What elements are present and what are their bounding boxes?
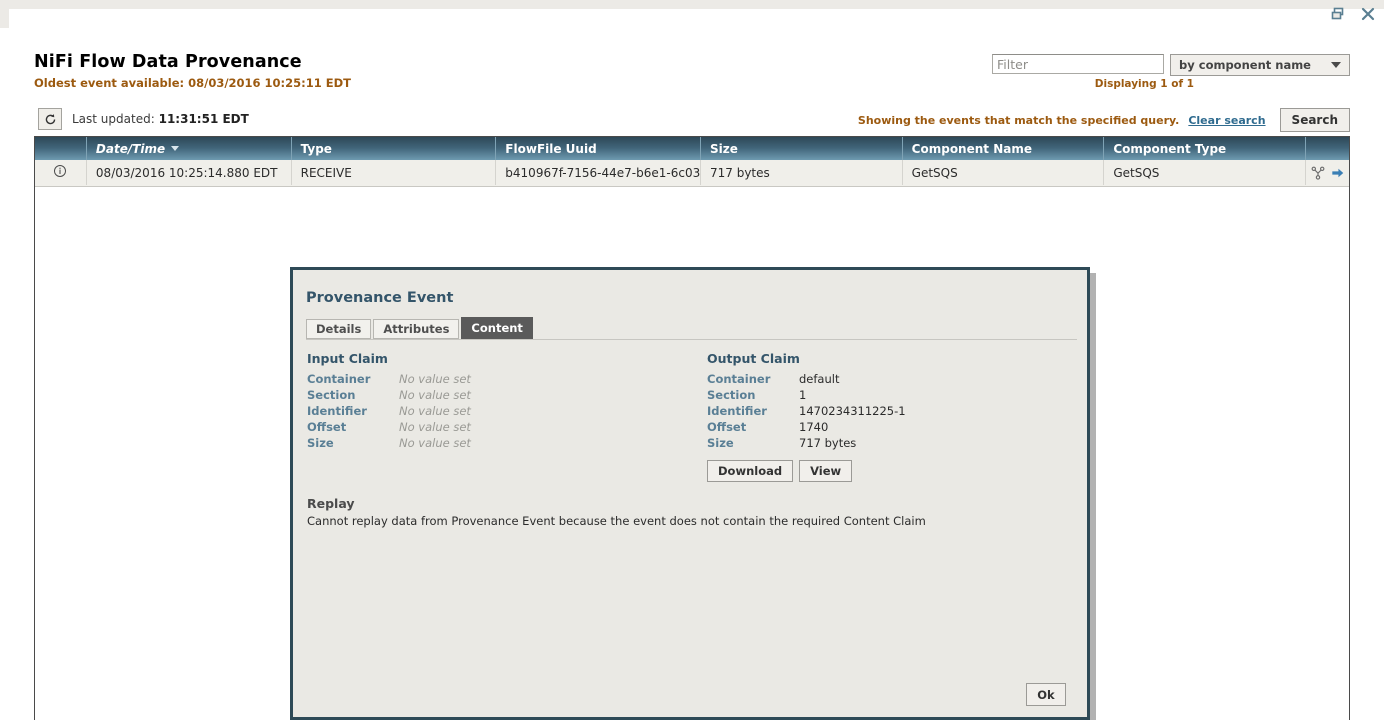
- tab-content[interactable]: Content: [461, 317, 533, 339]
- filter-input[interactable]: [992, 54, 1164, 74]
- last-updated: Last updated: 11:31:51 EDT: [72, 112, 249, 126]
- table-row[interactable]: 08/03/2016 10:25:14.880 EDT RECEIVE b410…: [35, 160, 1349, 187]
- close-icon[interactable]: [1360, 6, 1376, 22]
- search-button[interactable]: Search: [1280, 108, 1350, 132]
- output-claim-container-value: default: [799, 372, 839, 386]
- output-claim-buttons: Download View: [707, 460, 1077, 482]
- last-updated-label: Last updated:: [72, 112, 155, 126]
- column-header-type[interactable]: Type: [292, 137, 497, 160]
- cell-datetime: 08/03/2016 10:25:14.880 EDT: [87, 160, 292, 185]
- cell-size: 717 bytes: [701, 160, 903, 185]
- column-header-icon: [35, 137, 87, 160]
- input-claim-identifier-value: No value set: [399, 404, 471, 418]
- output-claim-section-value: 1: [799, 388, 806, 402]
- column-header-component-type[interactable]: Component Type: [1104, 137, 1306, 160]
- sort-descending-icon: [171, 146, 179, 151]
- tab-attributes[interactable]: Attributes: [373, 319, 459, 339]
- input-claim-heading: Input Claim: [307, 351, 707, 366]
- column-header-size[interactable]: Size: [701, 137, 903, 160]
- column-header-flowfile-uuid[interactable]: FlowFile Uuid: [496, 137, 701, 160]
- view-button[interactable]: View: [799, 460, 852, 482]
- input-claim-section-value: No value set: [399, 388, 471, 402]
- chevron-down-icon: [1331, 62, 1341, 68]
- last-updated-value: 11:31:51 EDT: [159, 112, 249, 126]
- oldest-event-label: Oldest event available: 08/03/2016 10:25…: [34, 76, 351, 90]
- input-claim-size-row: Size No value set: [307, 435, 707, 451]
- ok-button[interactable]: Ok: [1026, 683, 1066, 706]
- output-claim-panel: Output Claim Container default Section 1…: [707, 351, 1077, 482]
- claims-section: Input Claim Container No value set Secti…: [307, 351, 1077, 482]
- column-header-datetime[interactable]: Date/Time: [87, 137, 292, 160]
- cell-actions: [1306, 160, 1349, 185]
- filter-mode-label: by component name: [1179, 58, 1311, 72]
- output-claim-identifier-value: 1470234311225-1: [799, 404, 906, 418]
- output-claim-section-row: Section 1: [707, 387, 1077, 403]
- output-claim-offset-row: Offset 1740: [707, 419, 1077, 435]
- replay-message: Cannot replay data from Provenance Event…: [307, 514, 1067, 528]
- output-claim-size-value: 717 bytes: [799, 436, 856, 450]
- column-header-datetime-label: Date/Time: [96, 142, 165, 156]
- page-title: NiFi Flow Data Provenance: [34, 52, 302, 72]
- output-claim-size-label: Size: [707, 436, 799, 450]
- output-claim-container-label: Container: [707, 372, 799, 386]
- download-button[interactable]: Download: [707, 460, 793, 482]
- cell-component-type: GetSQS: [1104, 160, 1306, 185]
- output-claim-identifier-row: Identifier 1470234311225-1: [707, 403, 1077, 419]
- cell-component-name: GetSQS: [903, 160, 1105, 185]
- info-icon[interactable]: [53, 164, 67, 181]
- cell-flowfile-uuid: b410967f-7156-44e7-b6e1-6c03...: [496, 160, 701, 185]
- output-claim-section-label: Section: [707, 388, 799, 402]
- tab-divider: [306, 339, 1077, 340]
- replay-heading: Replay: [307, 496, 1067, 511]
- input-claim-container-label: Container: [307, 372, 399, 386]
- dialog-title: Provenance Event: [306, 290, 453, 306]
- refresh-button[interactable]: [38, 108, 62, 130]
- output-claim-container-row: Container default: [707, 371, 1077, 387]
- input-claim-identifier-label: Identifier: [307, 404, 399, 418]
- cell-type: RECEIVE: [292, 160, 497, 185]
- refresh-icon: [44, 113, 57, 126]
- input-claim-panel: Input Claim Container No value set Secti…: [307, 351, 707, 482]
- input-claim-container-row: Container No value set: [307, 371, 707, 387]
- lineage-graph-icon[interactable]: [1311, 166, 1325, 180]
- column-header-actions: [1306, 137, 1349, 160]
- input-claim-offset-row: Offset No value set: [307, 419, 707, 435]
- displaying-count: Displaying 1 of 1: [1095, 78, 1194, 90]
- provenance-page: NiFi Flow Data Provenance Oldest event a…: [0, 0, 1384, 720]
- input-claim-section-row: Section No value set: [307, 387, 707, 403]
- output-claim-offset-label: Offset: [707, 420, 799, 434]
- window-controls: [1330, 0, 1376, 28]
- filter-controls: by component name: [992, 54, 1350, 76]
- input-claim-offset-label: Offset: [307, 420, 399, 434]
- refresh-toolbar: Last updated: 11:31:51 EDT: [38, 108, 249, 130]
- output-claim-size-row: Size 717 bytes: [707, 435, 1077, 451]
- output-claim-offset-value: 1740: [799, 420, 828, 434]
- input-claim-offset-value: No value set: [399, 420, 471, 434]
- output-claim-heading: Output Claim: [707, 351, 1077, 366]
- input-claim-identifier-row: Identifier No value set: [307, 403, 707, 419]
- dialog-tabs: Details Attributes Content: [306, 317, 535, 339]
- replay-section: Replay Cannot replay data from Provenanc…: [307, 496, 1067, 528]
- tab-details[interactable]: Details: [306, 319, 371, 339]
- filter-mode-dropdown[interactable]: by component name: [1170, 54, 1350, 76]
- clear-search-link[interactable]: Clear search: [1188, 114, 1265, 127]
- input-claim-section-label: Section: [307, 388, 399, 402]
- table-header-row: Date/Time Type FlowFile Uuid Size Compon…: [35, 137, 1349, 160]
- search-status-message: Showing the events that match the specif…: [858, 114, 1179, 127]
- go-to-arrow-icon[interactable]: [1331, 166, 1345, 180]
- search-toolbar: Showing the events that match the specif…: [858, 108, 1350, 132]
- restore-window-icon[interactable]: [1330, 6, 1346, 22]
- input-claim-size-value: No value set: [399, 436, 471, 450]
- input-claim-container-value: No value set: [399, 372, 471, 386]
- row-info-cell[interactable]: [35, 160, 87, 185]
- column-header-component-name[interactable]: Component Name: [903, 137, 1105, 160]
- input-claim-size-label: Size: [307, 436, 399, 450]
- output-claim-identifier-label: Identifier: [707, 404, 799, 418]
- provenance-event-dialog: Provenance Event Details Attributes Cont…: [290, 267, 1090, 720]
